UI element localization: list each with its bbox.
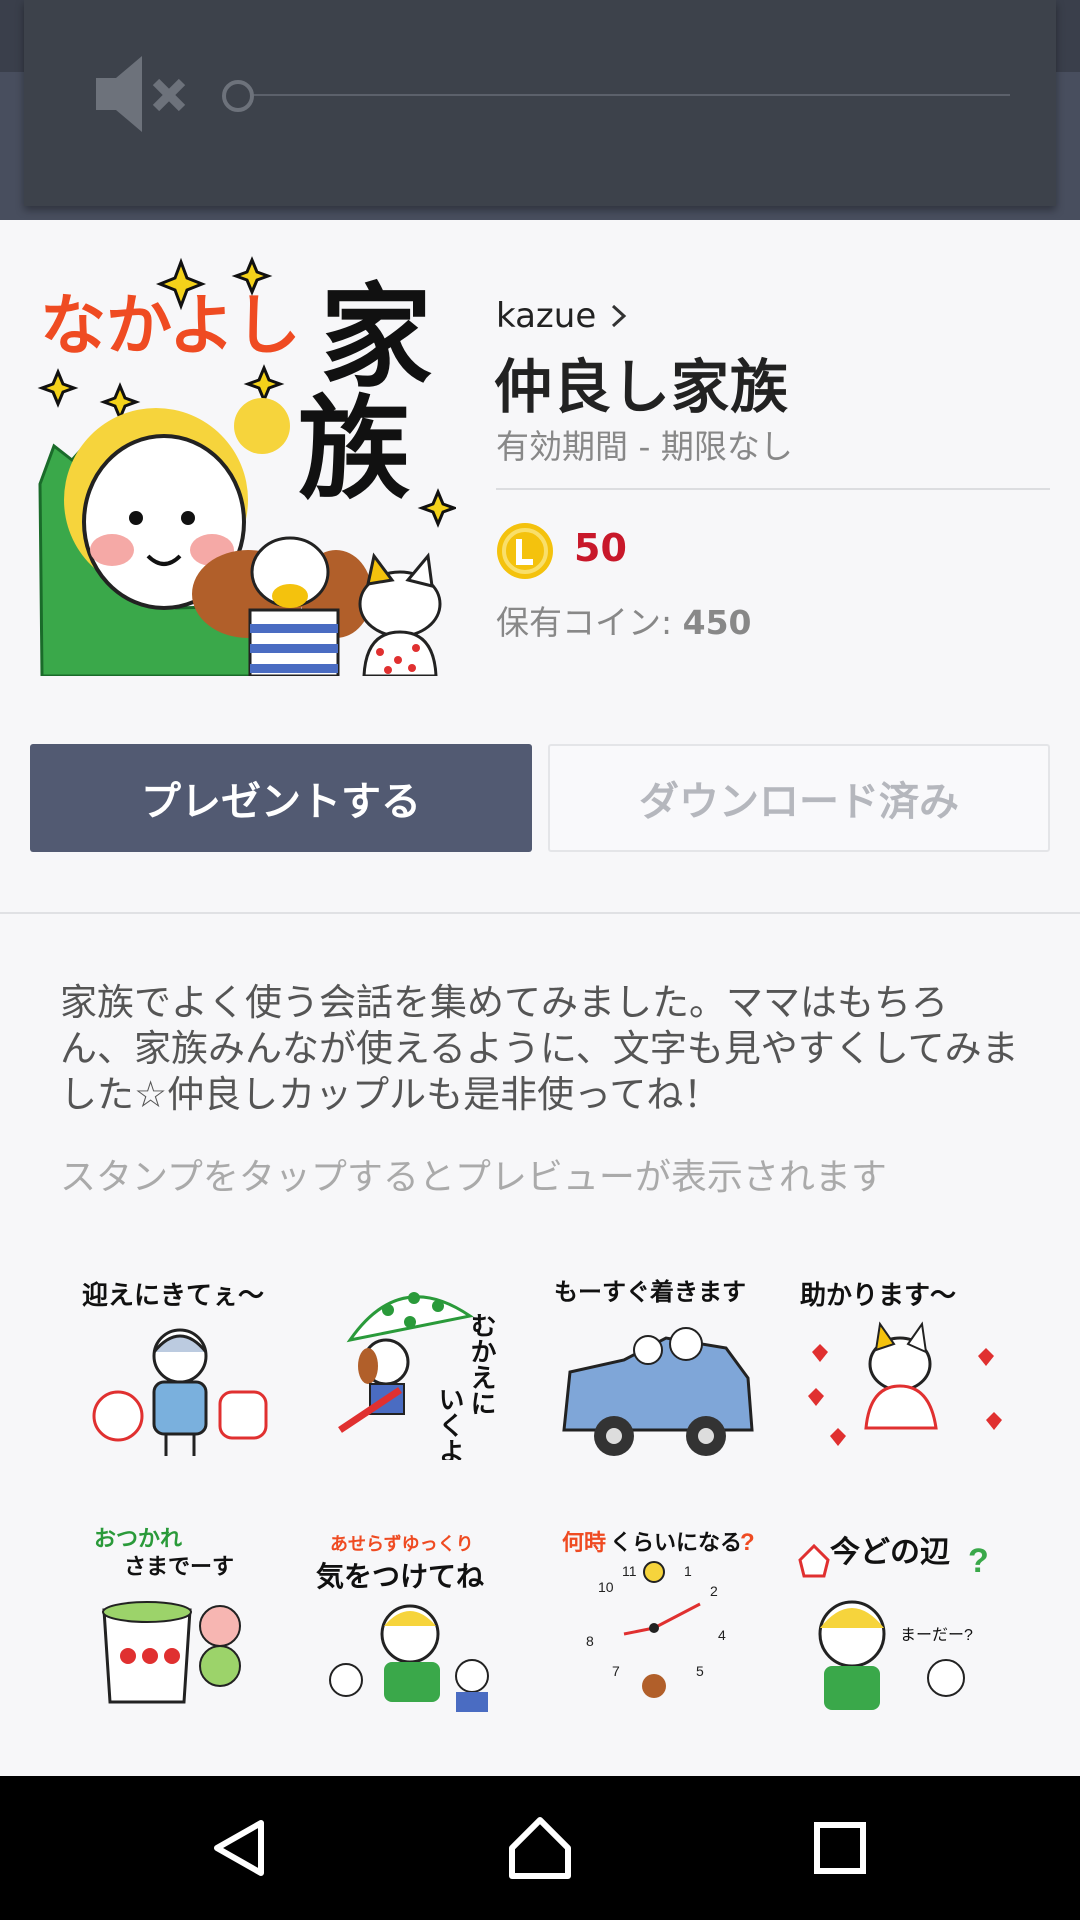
volume-panel — [24, 0, 1056, 206]
product-description: 家族でよく使う会話を集めてみました。ママはもちろん、家族みんなが使えるように、文… — [60, 981, 1019, 1116]
info-divider — [496, 488, 1050, 490]
line-coin-icon — [497, 523, 553, 579]
sticker-dog-umbrella[interactable]: むかえに いくよ — [310, 1260, 530, 1460]
svg-text:8: 8 — [586, 1633, 594, 1649]
svg-text:なかよし: なかよし — [40, 288, 301, 362]
navigation-bar — [0, 1776, 1080, 1920]
svg-text:2: 2 — [710, 1583, 718, 1599]
sticker-cat-hearts[interactable]: 助かります〜 — [790, 1260, 1010, 1460]
svg-text:まーだー?: まーだー? — [900, 1627, 973, 1644]
svg-text:1: 1 — [684, 1563, 692, 1579]
svg-text:?: ? — [740, 1529, 755, 1556]
author-link[interactable]: kazue — [496, 296, 630, 336]
svg-text:気をつけてね: 気をつけてね — [316, 1561, 484, 1592]
svg-text:あせらずゆっくり: あせらずゆっくり — [330, 1534, 474, 1554]
sticker-main-image: なかよし 家 族 — [37, 256, 456, 676]
svg-text:5: 5 — [696, 1663, 704, 1679]
recents-button[interactable] — [790, 1798, 890, 1898]
sticker-mom-shopping[interactable]: 迎えにきてぇ〜 — [70, 1260, 290, 1460]
svg-text:いくよ: いくよ — [435, 1386, 465, 1460]
svg-text:族: 族 — [298, 387, 410, 512]
back-button[interactable] — [190, 1798, 290, 1898]
volume-mute-icon[interactable] — [94, 52, 194, 136]
svg-text:何時: 何時 — [562, 1530, 606, 1555]
validity-text: 有効期間 - 期限なし — [496, 427, 793, 466]
svg-text:4: 4 — [718, 1627, 726, 1643]
sticker-mom-cat-question[interactable]: 今どの辺 ? まーだー? — [790, 1516, 1010, 1716]
sticker-family-car[interactable]: もーすぐ着きます — [550, 1260, 770, 1460]
sticker-tea-cup[interactable]: おつかれ さまでーす — [70, 1516, 290, 1716]
back-triangle-icon — [214, 1820, 264, 1876]
svg-text:11: 11 — [622, 1563, 637, 1579]
svg-text:?: ? — [968, 1542, 989, 1580]
svg-text:家: 家 — [320, 275, 432, 400]
section-divider — [0, 912, 1080, 914]
recents-square-icon — [814, 1822, 866, 1874]
price-value: 50 — [574, 526, 627, 570]
svg-text:さまでーす: さまでーす — [124, 1554, 234, 1579]
volume-slider-track[interactable] — [224, 94, 1010, 96]
sticker-mom-pets[interactable]: あせらずゆっくり 気をつけてね — [310, 1516, 530, 1716]
svg-text:7: 7 — [612, 1663, 620, 1679]
preview-hint: スタンプをタップするとプレビューが表示されます — [60, 1157, 887, 1198]
svg-text:くらいになる: くらいになる — [610, 1530, 742, 1555]
owned-coins: 保有コイン: 450 — [496, 596, 752, 644]
downloaded-button[interactable]: ダウンロード済み — [548, 744, 1050, 852]
sticker-clock[interactable]: 何時 くらいになる ? 1011 12 4578 — [550, 1516, 770, 1716]
home-icon — [509, 1817, 571, 1879]
present-button[interactable]: プレゼントする — [30, 744, 532, 852]
author-name[interactable]: kazue — [496, 296, 596, 336]
svg-text:もーすぐ着きます: もーすぐ着きます — [554, 1278, 746, 1306]
owned-coins-value: 450 — [682, 603, 752, 642]
svg-text:おつかれ: おつかれ — [94, 1526, 182, 1551]
svg-text:10: 10 — [598, 1579, 614, 1595]
volume-slider-thumb[interactable] — [222, 80, 254, 112]
chevron-right-icon — [612, 304, 627, 328]
owned-coins-label: 保有コイン: — [496, 603, 683, 642]
home-button[interactable] — [490, 1798, 590, 1898]
svg-text:迎えにきてぇ〜: 迎えにきてぇ〜 — [82, 1280, 264, 1310]
svg-text:むかえに: むかえに — [467, 1312, 497, 1416]
svg-text:助かります〜: 助かります〜 — [800, 1280, 956, 1310]
sticker-detail-page: なかよし 家 族 kazue 仲良し家族 有効期間 - 期限なし 50 保有コイ… — [0, 220, 1080, 1776]
product-title: 仲良し家族 — [494, 353, 790, 421]
sticker-grid: 迎えにきてぇ〜 むかえに いくよ もーすぐ着きます 助かります〜 おつかれ さま… — [60, 1260, 1020, 1760]
svg-text:今どの辺: 今どの辺 — [830, 1535, 950, 1569]
